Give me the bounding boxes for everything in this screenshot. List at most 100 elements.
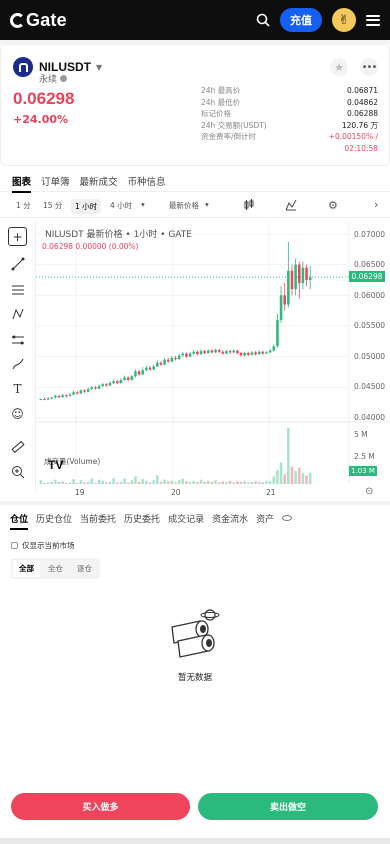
eye-icon[interactable] xyxy=(282,515,293,521)
more-icon[interactable]: ••• xyxy=(360,58,378,76)
volume-bar xyxy=(152,480,155,484)
chevron-right-icon[interactable]: › xyxy=(374,198,378,211)
stat-value: 120.76 万 xyxy=(341,120,378,130)
ruler-icon[interactable] xyxy=(8,437,27,456)
volume-bar xyxy=(287,427,290,484)
candle-body xyxy=(83,390,86,392)
candle-body xyxy=(228,351,232,353)
y-tick-label: 0.05000 xyxy=(354,352,386,361)
candle-body xyxy=(188,353,192,357)
tab-orderbook[interactable]: 订单簿 xyxy=(41,174,70,188)
buy-long-button[interactable]: 买入做多 xyxy=(11,793,190,820)
crosshair-icon[interactable]: + xyxy=(8,227,27,246)
tab-trades[interactable]: 最新成交 xyxy=(80,174,118,188)
volume-bar xyxy=(305,475,308,484)
volume-bar xyxy=(43,482,46,484)
candlestick-chart[interactable] xyxy=(36,222,390,492)
settings-gear-icon[interactable]: ⚙ xyxy=(328,199,338,212)
candle-body xyxy=(217,349,221,352)
candle-body xyxy=(105,384,108,386)
funding-countdown: 02:10:58 xyxy=(344,143,378,153)
tab-order-history[interactable]: 历史委托 xyxy=(124,512,160,525)
volume-bar xyxy=(228,480,232,484)
candle-body xyxy=(123,377,126,380)
deposit-button[interactable]: 充值 xyxy=(280,8,322,32)
candle-body xyxy=(54,395,57,398)
volume-bar xyxy=(265,480,268,484)
last-price: 0.06298 xyxy=(13,89,75,108)
interval-15m[interactable]: 15 分 xyxy=(43,200,62,211)
tab-chart[interactable]: 图表 xyxy=(12,174,32,193)
tab-positions[interactable]: 仓位 xyxy=(10,512,29,530)
volume-bar xyxy=(196,481,199,484)
candle-body xyxy=(112,381,115,384)
menu-icon[interactable] xyxy=(366,14,380,26)
candle-body xyxy=(126,377,130,380)
volume-bar xyxy=(203,481,206,484)
candle-body xyxy=(170,357,174,362)
volume-bar xyxy=(192,480,195,484)
candle-body xyxy=(192,351,195,354)
candle-body xyxy=(247,352,250,355)
segment-isolated[interactable]: 逐仓 xyxy=(71,560,98,577)
volume-bar xyxy=(301,473,305,484)
tab-fund-flow[interactable]: 资金流水 xyxy=(212,512,248,525)
candle-body xyxy=(145,367,148,371)
zoom-in-icon[interactable] xyxy=(8,462,27,481)
volume-bar xyxy=(108,481,112,484)
indicators-icon[interactable] xyxy=(285,199,297,213)
gate-logo[interactable]: Gate xyxy=(10,10,67,31)
candle-body xyxy=(254,352,257,355)
volume-bar xyxy=(123,478,126,484)
brush-icon[interactable] xyxy=(8,354,27,373)
volume-bar xyxy=(225,481,228,484)
text-tool-icon[interactable]: T xyxy=(8,379,27,398)
favorite-star-icon[interactable]: ★ xyxy=(330,58,348,76)
candle-body xyxy=(174,357,177,360)
y-tick-label: 0.06000 xyxy=(354,291,386,300)
margin-mode-filter: 全部 全仓 逐仓 xyxy=(11,558,100,579)
volume-bar xyxy=(90,478,94,484)
emoji-icon[interactable]: ☺ xyxy=(8,404,27,423)
tab-coin-info[interactable]: 币种信息 xyxy=(128,174,166,188)
volume-bar xyxy=(156,475,159,484)
chart-settings-icon[interactable]: ⊙ xyxy=(365,486,373,497)
interval-dropdown-icon[interactable]: ▾ xyxy=(141,200,145,209)
avatar[interactable]: ✌ xyxy=(332,8,356,32)
candle-style-icon[interactable] xyxy=(243,199,255,213)
sell-short-button[interactable]: 卖出做空 xyxy=(198,793,378,820)
only-current-checkbox[interactable]: 仅显示当前市场 xyxy=(11,540,75,551)
tab-assets[interactable]: 资产 xyxy=(256,512,274,525)
candle-body xyxy=(206,350,210,353)
tab-open-orders[interactable]: 当前委托 xyxy=(80,512,116,525)
candle-body xyxy=(86,389,90,392)
segment-cross[interactable]: 全仓 xyxy=(42,560,69,577)
candle-body xyxy=(265,352,268,354)
candle-body xyxy=(61,395,64,398)
interval-1m[interactable]: 1 分 xyxy=(16,200,31,211)
tab-trade-history[interactable]: 成交记录 xyxy=(168,512,204,525)
candle-body xyxy=(290,270,294,290)
candle-body xyxy=(134,371,137,377)
tab-position-history[interactable]: 历史仓位 xyxy=(36,512,72,525)
interval-4h[interactable]: 4 小时 xyxy=(110,200,132,211)
candle-body xyxy=(79,390,83,394)
stat-value: 0.04862 xyxy=(346,97,378,107)
checkbox-icon xyxy=(11,542,18,549)
candle-body xyxy=(163,359,166,365)
search-icon[interactable] xyxy=(256,13,270,27)
pattern-icon[interactable] xyxy=(8,304,27,323)
drawing-tools: + T ☺ xyxy=(0,222,36,492)
measure-icon[interactable] xyxy=(8,330,27,349)
segment-all[interactable]: 全部 xyxy=(13,560,40,577)
volume-bar xyxy=(170,480,174,484)
y-tick-label: 0.04000 xyxy=(354,413,386,422)
horizontal-lines-icon[interactable] xyxy=(8,280,27,299)
interval-1h[interactable]: 1 小时 xyxy=(71,199,102,214)
price-type-select[interactable]: 最新价格 xyxy=(169,200,199,211)
candle-body xyxy=(261,351,265,354)
candle-body xyxy=(166,359,170,362)
candle-body xyxy=(297,264,301,284)
volume-bar xyxy=(119,481,123,484)
trendline-icon[interactable] xyxy=(8,254,27,273)
